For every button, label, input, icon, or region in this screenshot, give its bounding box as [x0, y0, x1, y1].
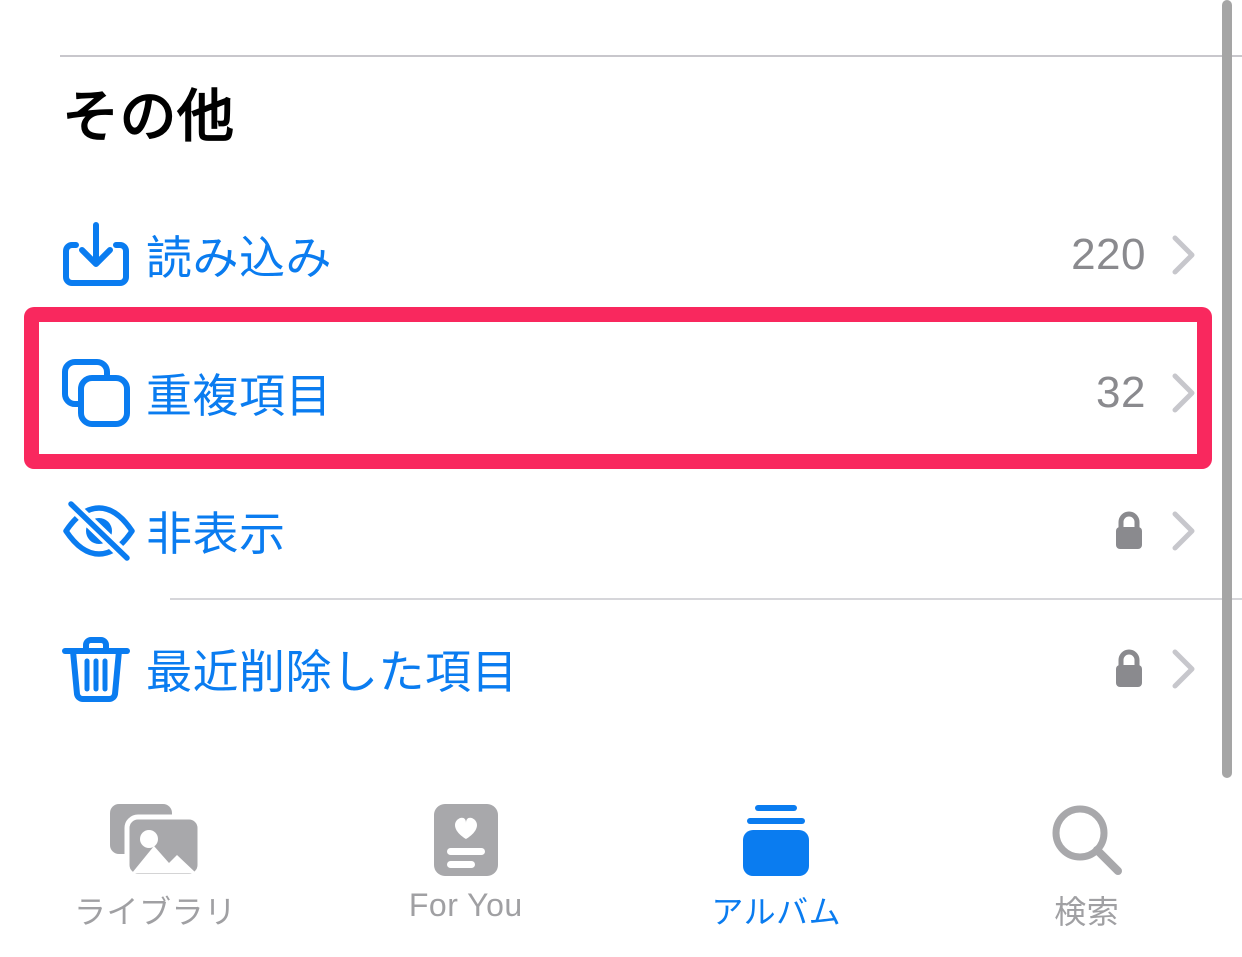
item-count: 32: [1096, 368, 1146, 417]
list-row-hidden[interactable]: 非表示: [0, 462, 1242, 600]
tab-bar: ライブラリ For You アルバム 検索: [0, 789, 1242, 957]
tab-search[interactable]: 検索: [932, 803, 1242, 933]
tray-arrow-down-icon: [60, 219, 146, 291]
tab-library[interactable]: ライブラリ: [0, 803, 311, 933]
item-count: 220: [1071, 230, 1146, 279]
list-row-duplicates[interactable]: 重複項目 32: [0, 324, 1242, 462]
eye-slash-icon: [60, 495, 146, 567]
photo-stack-icon: [107, 803, 203, 879]
section-title-other: その他: [62, 85, 235, 149]
tab-albums[interactable]: アルバム: [621, 803, 932, 933]
list-row-accessory: 220: [1071, 230, 1196, 280]
chevron-right-icon: [1172, 649, 1195, 689]
duplicate-squares-icon: [60, 357, 146, 429]
trash-icon: [60, 633, 146, 705]
chevron-right-icon: [1172, 373, 1195, 413]
list-row-recently-deleted[interactable]: 最近削除した項目: [0, 600, 1242, 738]
photos-albums-screen: その他 読み込み 220 重複項目 32 非表示 最近削除した項目 ライブラリ …: [0, 0, 1242, 957]
tab-label: ライブラリ: [73, 894, 237, 930]
chevron-right-icon: [1172, 235, 1195, 275]
vertical-scrollbar[interactable]: [1222, 0, 1232, 778]
list-row-accessory: [1112, 508, 1196, 554]
other-albums-list: 読み込み 220 重複項目 32 非表示 最近削除した項目: [0, 186, 1242, 738]
tab-for-you[interactable]: For You: [311, 803, 622, 924]
tab-label: 検索: [1054, 894, 1120, 930]
scrollbar-thumb[interactable]: [1222, 0, 1232, 778]
albums-stack-icon: [736, 803, 816, 877]
list-row-label: 最近削除した項目: [146, 646, 518, 698]
list-row-import[interactable]: 読み込み 220: [0, 186, 1242, 324]
memories-card-icon: [430, 803, 502, 877]
magnifier-icon: [1048, 803, 1126, 877]
list-row-label: 重複項目: [146, 370, 332, 422]
top-divider: [60, 55, 1242, 57]
chevron-right-icon: [1172, 511, 1195, 551]
list-row-label: 非表示: [146, 508, 286, 560]
list-row-label: 読み込み: [146, 232, 332, 284]
list-row-accessory: [1112, 646, 1196, 692]
tab-label: For You: [408, 887, 523, 923]
lock-icon: [1112, 508, 1146, 554]
list-row-accessory: 32: [1096, 368, 1196, 418]
lock-icon: [1112, 646, 1146, 692]
tab-label: アルバム: [711, 894, 842, 930]
